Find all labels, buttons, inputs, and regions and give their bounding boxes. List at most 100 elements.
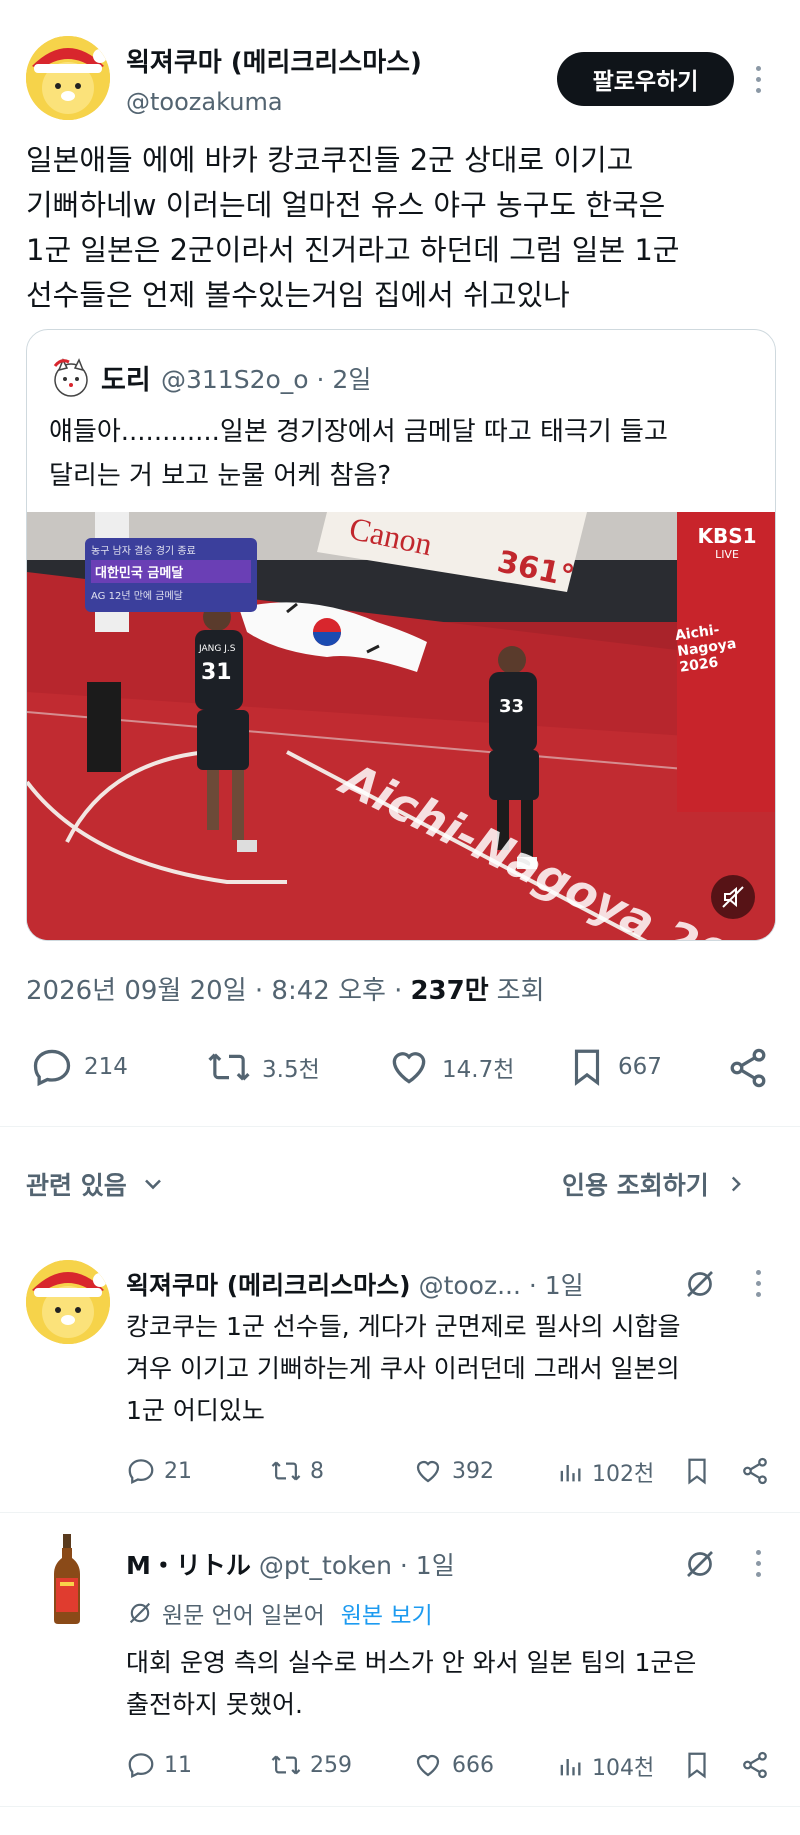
reply-divider [0,1512,800,1513]
view-original-link[interactable]: 원본 보기 [341,1596,433,1630]
retweet-icon [271,1755,301,1775]
share-icon [743,1751,767,1779]
like-button[interactable]: 14.7천 [386,1045,514,1089]
analytics-icon [560,1465,581,1482]
retweet-button[interactable]: 259 [270,1750,352,1780]
broadcast-overlay: 농구 남자 결승 경기 종료 대한민국 금메달 AG 12년 만에 금메달 [85,538,257,612]
retweet-icon [208,1053,250,1081]
grok-icon[interactable] [682,1546,718,1586]
quoted-tweet-card[interactable]: 도리 @311S2o_o · 2일 얘들아............일본 경기장에… [26,329,776,941]
quote-line: 얘들아............일본 경기장에서 금메달 따고 태극기 들고 [49,417,668,447]
retweet-button[interactable]: 8 [270,1456,324,1486]
heart-icon [392,1052,426,1084]
more-options-icon[interactable] [756,1550,762,1583]
network-sub: LIVE [715,548,739,561]
retweet-button[interactable]: 3.5천 [206,1045,320,1089]
quote-display-name: 도리 [101,365,151,396]
views-count: 237만 [410,976,489,1006]
reply-button[interactable]: 11 [126,1750,192,1780]
tweet-line: 1군 일본은 2군이라서 진거라고 하던데 그럼 일본 1군 [26,233,680,267]
broadcast-caption: 농구 남자 결승 경기 종료 [91,546,196,557]
broadcast-title: 대한민국 금메달 [91,560,251,583]
heart-icon [416,1754,440,1777]
jersey-number-left: 31 [201,660,232,685]
view-quotes-link[interactable]: 인용 조회하기 [562,1166,749,1202]
views-count: 104천 [592,1756,655,1781]
grok-icon[interactable] [682,1266,718,1306]
tweet-line: 선수들은 언제 볼수있는거임 집에서 쉬고있나 [26,278,570,312]
like-button[interactable]: 392 [412,1456,494,1486]
translate-icon [129,1602,151,1624]
mute-icon[interactable] [719,883,747,911]
tweet-timestamp[interactable]: 2026년 09월 20일 · 8:42 오후 · [26,970,402,1007]
bookmark-count: 667 [618,1054,662,1080]
quote-video[interactable]: 농구 남자 결승 경기 종료 대한민국 금메달 AG 12년 만에 금메달 Ca… [27,512,775,940]
cat-avatar-icon [53,358,88,397]
views-button[interactable]: 102천 [556,1456,654,1488]
chevron-down-icon [144,1179,161,1190]
network-name: KBS1 [697,524,757,548]
reply-line: 캉코쿠는 1군 선수들, 게다가 군면제로 필사의 시합을 [126,1312,681,1341]
network-logo: KBS1 LIVE [691,524,763,561]
views-button[interactable]: 104천 [556,1750,654,1782]
retweet-count: 8 [310,1458,324,1484]
reply-header: 왹져쿠마 (메리크리스마스) @tooz... · 1일 [126,1266,584,1302]
bookmark-icon [574,1049,600,1086]
broadcast-sub: AG 12년 만에 금메달 [91,591,183,602]
share-button[interactable] [740,1456,770,1490]
reply-button[interactable]: 21 [126,1456,192,1486]
reply-count: 214 [84,1054,128,1080]
author-display-name[interactable]: 왹져쿠마 (메리크리스마스) [126,42,422,79]
jersey-name: JANG J.S [199,644,236,654]
heart-icon [416,1460,440,1483]
quote-body: 얘들아............일본 경기장에서 금메달 따고 태극기 들고 달리… [49,410,759,498]
author-handle[interactable]: @toozakuma [126,88,283,116]
bookmark-button[interactable]: 667 [566,1045,662,1089]
author-avatar[interactable] [26,36,110,120]
reply-line: 1군 어디있노 [126,1396,265,1425]
follow-button[interactable]: 팔로우하기 [557,52,734,106]
like-count: 666 [452,1752,494,1778]
more-options-icon[interactable] [756,1270,762,1303]
bear-avatar-icon [26,36,110,120]
more-options-icon[interactable] [756,66,762,99]
bookmark-icon [688,1458,706,1485]
reply-handle-time[interactable]: @tooz... · 1일 [419,1266,584,1302]
reply-icon [33,1049,71,1087]
chevron-right-icon [731,1176,741,1192]
reply-handle-time[interactable]: @pt_token · 1일 [259,1546,455,1582]
reply-avatar[interactable] [52,1534,82,1624]
reply-button[interactable]: 214 [30,1045,128,1089]
related-toggle[interactable]: 관련 있음 [26,1166,167,1202]
bookmark-button[interactable] [682,1750,712,1784]
share-icon [730,1048,766,1088]
share-button[interactable] [740,1750,770,1784]
share-button[interactable] [726,1046,770,1094]
tweet-body: 일본애들 에에 바카 캉코쿠진들 2군 상대로 이기고 기뻐하네w 이러는데 얼… [26,138,776,318]
related-label: 관련 있음 [26,1171,127,1200]
reply-line: 출전하지 못했어. [126,1690,303,1719]
reply-count: 21 [164,1458,192,1484]
reply-display-name[interactable]: M・リトル [126,1546,251,1582]
analytics-icon [560,1759,581,1776]
reply-avatar[interactable] [26,1260,110,1344]
reply-line: 겨우 이기고 기뻐하는게 쿠사 이러던데 그래서 일본의 [126,1354,680,1383]
tweet-line: 기뻐하네w 이러는데 얼마전 유스 야구 농구도 한국은 [26,188,666,222]
retweet-icon [271,1461,301,1481]
views-count: 102천 [592,1462,655,1487]
tweet-line: 일본애들 에에 바카 캉코쿠진들 2군 상대로 이기고 [26,143,634,177]
retweet-count: 3.5천 [262,1057,320,1083]
reply-display-name[interactable]: 왹져쿠마 (메리크리스마스) [126,1266,411,1302]
reply-body: 캉코쿠는 1군 선수들, 게다가 군면제로 필사의 시합을 겨우 이기고 기뻐하… [126,1306,776,1432]
reply-icon [128,1459,154,1485]
reply-count: 11 [164,1752,192,1778]
translation-note: 원문 언어 일본어 [162,1603,325,1629]
views-label: 조회 [496,976,545,1006]
like-button[interactable]: 666 [412,1750,494,1780]
like-count: 392 [452,1458,494,1484]
reply-line: 대회 운영 측의 실수로 버스가 안 와서 일본 팀의 1군은 [126,1648,697,1677]
reply-divider [0,1806,800,1807]
bookmark-icon [688,1752,706,1779]
bookmark-button[interactable] [682,1456,712,1490]
reply-icon [128,1753,154,1779]
